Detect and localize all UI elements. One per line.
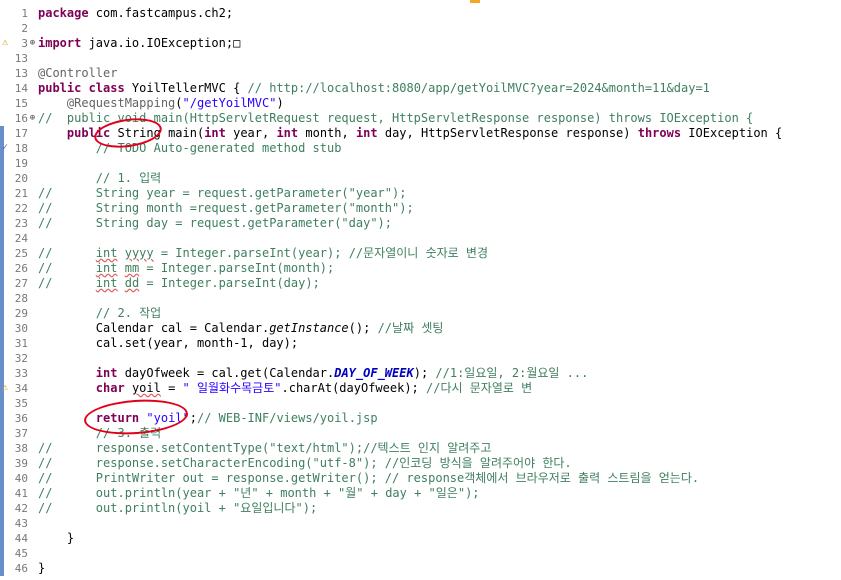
line-number: 21	[14, 187, 28, 200]
line-number: 42	[14, 502, 28, 515]
code-line[interactable]: // String year = request.getParameter("y…	[38, 186, 406, 201]
change-ruler-mark	[0, 396, 4, 411]
code-line[interactable]: // int yyyy = Integer.parseInt(year); //…	[38, 246, 488, 261]
change-ruler-mark	[0, 561, 4, 576]
change-ruler-mark	[0, 336, 4, 351]
line-number: 2	[21, 22, 28, 35]
line-number: 13	[14, 67, 28, 80]
line-number: 33	[14, 367, 28, 380]
code-editor[interactable]: 1 2 3 ⚠ 13 13 14 15 16 17 18 ✓ 19 20 21 22 23 24 25 26 27 28 2…	[0, 0, 841, 580]
tab-indicator	[470, 0, 480, 3]
line-number: 17	[14, 127, 28, 140]
line-number: 36	[14, 412, 28, 425]
line-number: 15	[14, 97, 28, 110]
line-number: 38	[14, 442, 28, 455]
line-number: 22	[14, 202, 28, 215]
annotation-circle-return	[82, 396, 190, 438]
warning-icon[interactable]: ⚠	[0, 382, 10, 394]
code-line[interactable]: cal.set(year, month-1, day);	[38, 336, 298, 351]
change-ruler-mark	[0, 231, 4, 246]
code-line[interactable]: @RequestMapping("/getYoilMVC")	[38, 96, 284, 111]
code-line[interactable]: Calendar cal = Calendar.getInstance(); /…	[38, 321, 444, 336]
change-ruler-mark	[0, 366, 4, 381]
code-line[interactable]: // response.setContentType("text/html");…	[38, 441, 491, 456]
line-number: 37	[14, 427, 28, 440]
warning-icon[interactable]: ⚠	[0, 37, 10, 49]
line-number: 25	[14, 247, 28, 260]
code-line[interactable]: char yoil = " 일월화수목금토".charAt(dayOfweek)…	[38, 381, 532, 396]
line-number: 31	[14, 337, 28, 350]
change-ruler-mark	[0, 516, 4, 531]
fold-expand-icon[interactable]: ⊕	[28, 112, 37, 124]
change-ruler-mark	[0, 261, 4, 276]
change-ruler-mark	[0, 306, 4, 321]
change-ruler-mark	[0, 546, 4, 561]
line-number: 39	[14, 457, 28, 470]
line-number: 27	[14, 277, 28, 290]
change-ruler-mark	[0, 486, 4, 501]
line-number: 14	[14, 82, 28, 95]
change-ruler-mark	[0, 201, 4, 216]
code-line[interactable]: int dayOfweek = cal.get(Calendar.DAY_OF_…	[38, 366, 589, 381]
line-number: 24	[14, 232, 28, 245]
line-number: 26	[14, 262, 28, 275]
code-line[interactable]: @Controller	[38, 66, 117, 81]
change-ruler-mark	[0, 456, 4, 471]
change-ruler-mark	[0, 321, 4, 336]
line-number: 16	[14, 112, 28, 125]
line-number: 29	[14, 307, 28, 320]
line-number: 46	[14, 562, 28, 575]
line-number: 30	[14, 322, 28, 335]
change-ruler-mark	[0, 441, 4, 456]
line-number-gutter: 1 2 3 ⚠ 13 13 14 15 16 17 18 ✓ 19 20 21 22 23 24 25 26 27 28 2…	[0, 0, 30, 580]
line-number: 1	[21, 7, 28, 20]
code-line[interactable]: // String month =request.getParameter("m…	[38, 201, 414, 216]
code-line[interactable]: // out.println(year + "년" + month + "월" …	[38, 486, 480, 501]
code-line[interactable]: public class YoilTellerMVC { // http://l…	[38, 81, 710, 96]
code-line[interactable]: // 2. 작업	[38, 306, 161, 321]
change-ruler-mark	[0, 411, 4, 426]
code-line[interactable]: // response.setCharacterEncoding("utf-8"…	[38, 456, 572, 471]
line-number: 13	[14, 52, 28, 65]
code-line[interactable]: }	[38, 531, 74, 546]
change-ruler-mark	[0, 351, 4, 366]
change-ruler-mark	[0, 126, 4, 141]
fold-expand-icon[interactable]: ⊕	[28, 37, 37, 49]
line-number: 23	[14, 217, 28, 230]
code-line[interactable]: // int mm = Integer.parseInt(month);	[38, 261, 334, 276]
line-number: 40	[14, 472, 28, 485]
code-line[interactable]: // 1. 입력	[38, 171, 161, 186]
code-line[interactable]: // PrintWriter out = response.getWriter(…	[38, 471, 699, 486]
code-line[interactable]: package com.fastcampus.ch2;	[38, 6, 233, 21]
line-number: 19	[14, 157, 28, 170]
change-ruler-mark	[0, 291, 4, 306]
change-ruler-mark	[0, 216, 4, 231]
code-line[interactable]: // int dd = Integer.parseInt(day);	[38, 276, 320, 291]
change-ruler-mark	[0, 531, 4, 546]
change-ruler-mark	[0, 276, 4, 291]
code-line[interactable]: // out.println(yoil + "요일입니다");	[38, 501, 317, 516]
code-line[interactable]: // TODO Auto-generated method stub	[38, 141, 342, 156]
change-ruler-mark	[0, 426, 4, 441]
change-ruler-mark	[0, 171, 4, 186]
change-ruler-mark	[0, 471, 4, 486]
code-line[interactable]: }	[38, 561, 45, 576]
line-number: 28	[14, 292, 28, 305]
code-line[interactable]: import java.io.IOException;□	[38, 36, 240, 51]
change-ruler-mark	[0, 246, 4, 261]
line-number: 41	[14, 487, 28, 500]
change-ruler-mark	[0, 186, 4, 201]
line-number: 32	[14, 352, 28, 365]
line-number: 44	[14, 532, 28, 545]
line-number: 45	[14, 547, 28, 560]
task-icon[interactable]: ✓	[0, 142, 10, 154]
change-ruler-mark	[0, 501, 4, 516]
code-line[interactable]: // String day = request.getParameter("da…	[38, 216, 392, 231]
line-number: 43	[14, 517, 28, 530]
change-ruler-mark	[0, 156, 4, 171]
line-number: 35	[14, 397, 28, 410]
line-number: 20	[14, 172, 28, 185]
